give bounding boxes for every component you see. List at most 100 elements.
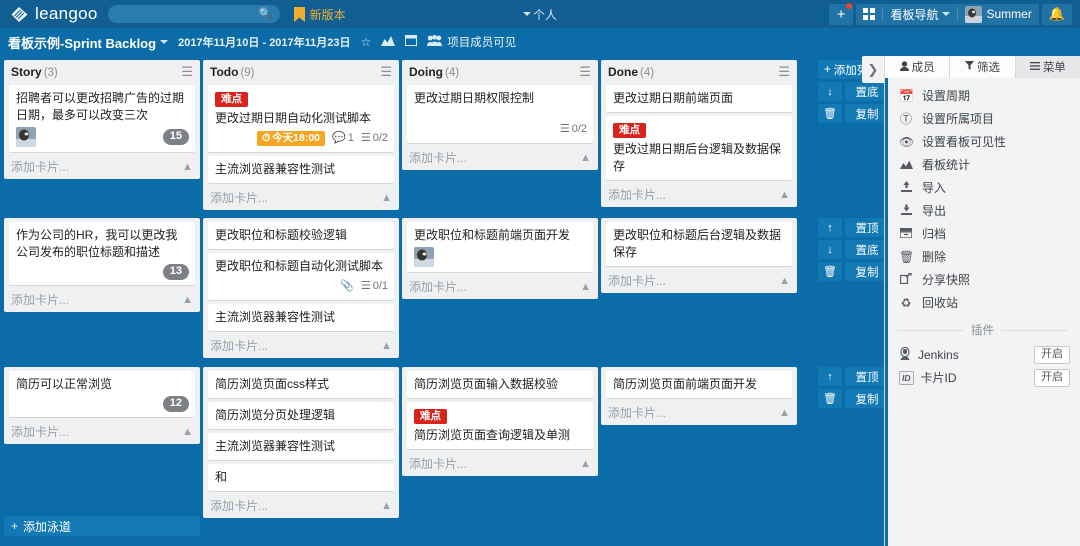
card[interactable]: 更改职位和标题校验逻辑	[208, 222, 394, 249]
menu-item-import[interactable]: 导入	[885, 176, 1080, 199]
card[interactable]: 主流浏览器兼容性测试	[208, 304, 394, 331]
card[interactable]: 主流浏览器兼容性测试	[208, 433, 394, 460]
menu-item-set-visibility[interactable]: 👁 设置看板可见性	[885, 130, 1080, 153]
add-card-button[interactable]: 添加卡片... ▲	[208, 495, 394, 515]
notifications-button[interactable]: 🔔	[1041, 3, 1072, 25]
card[interactable]: 简历浏览页面前端页面开发	[606, 371, 792, 398]
menu-item-delete[interactable]: 🗑 删除	[885, 245, 1080, 268]
chevron-up-icon[interactable]: ▲	[580, 152, 591, 164]
chevron-up-icon[interactable]: ▲	[779, 407, 790, 419]
card[interactable]: 作为公司的HR，我可以更改我公司发布的职位标题和描述 13	[9, 222, 195, 285]
menu-item-share-snapshot[interactable]: 分享快照	[885, 268, 1080, 291]
move-down-button[interactable]: ↓	[818, 240, 842, 259]
brand-logo[interactable]: leangoo	[4, 4, 98, 24]
card[interactable]: 更改职位和标题自动化测试脚本 📎 ☰ 0/1	[208, 253, 394, 300]
board-visibility[interactable]: 项目成员可见	[427, 34, 516, 50]
personal-tab[interactable]: 个人	[522, 6, 557, 23]
column-menu-icon[interactable]: ☰	[579, 65, 591, 78]
add-card-button[interactable]: 添加卡片... ▲	[407, 453, 593, 473]
add-card-button[interactable]: 添加卡片... ▲	[606, 270, 792, 290]
card[interactable]: 简历浏览页面css样式	[208, 371, 394, 398]
card[interactable]: 更改过期日期权限控制 ☰ 0/2	[407, 85, 593, 143]
move-up-button[interactable]: ↑	[818, 218, 842, 237]
card[interactable]: 简历可以正常浏览 12	[9, 371, 195, 417]
add-card-button[interactable]: 添加卡片... ▲	[9, 156, 195, 176]
move-top-button[interactable]: 置顶	[845, 367, 884, 386]
card-title: 更改职位和标题校验逻辑	[215, 228, 348, 242]
add-card-button[interactable]: 添加卡片... ▲	[606, 402, 792, 422]
copy-lane-button[interactable]: 复制	[845, 262, 884, 281]
add-card-button[interactable]: 添加卡片... ▲	[606, 184, 792, 204]
chevron-up-icon[interactable]: ▲	[182, 161, 193, 173]
panel-collapse-handle[interactable]: ❯	[862, 56, 884, 83]
move-top-button[interactable]: 置顶	[845, 218, 884, 237]
tab-filter[interactable]: 筛选	[950, 56, 1016, 78]
search-input[interactable]: 🔍	[107, 5, 280, 23]
card[interactable]: 难点 简历浏览页面查询逻辑及单测	[407, 402, 593, 449]
card[interactable]: 更改职位和标题后台逻辑及数据保存	[606, 222, 792, 266]
card[interactable]: 难点 更改过期日期后台逻辑及数据保存	[606, 116, 792, 180]
move-down-button[interactable]: ↓	[818, 82, 842, 101]
card[interactable]: 简历浏览分页处理逻辑	[208, 402, 394, 429]
menu-item-export[interactable]: 导出	[885, 199, 1080, 222]
card[interactable]: 更改过期日期前端页面	[606, 85, 792, 112]
menu-item-recycle-bin[interactable]: ♻ 回收站	[885, 291, 1080, 314]
delete-lane-button[interactable]: 🗑	[818, 389, 842, 408]
move-up-button[interactable]: ↑	[818, 367, 842, 386]
apps-grid-button[interactable]	[856, 4, 882, 25]
add-swimlane-button[interactable]: + 添加泳道	[4, 516, 200, 536]
add-button[interactable]: +	[828, 2, 854, 25]
card[interactable]: 主流浏览器兼容性测试	[208, 156, 394, 183]
plugin-jenkins[interactable]: Jenkins 开启	[885, 343, 1080, 366]
delete-lane-button[interactable]: 🗑	[818, 262, 842, 281]
menu-item-archive[interactable]: 归档	[885, 222, 1080, 245]
copy-lane-button[interactable]: 复制	[845, 389, 884, 408]
copy-lane-button[interactable]: 复制	[845, 104, 884, 123]
tab-members[interactable]: 成员	[885, 56, 951, 78]
column-menu-icon[interactable]: ☰	[181, 65, 193, 78]
move-bottom-button[interactable]: 置底	[845, 240, 884, 259]
add-card-button[interactable]: 添加卡片... ▲	[208, 187, 394, 207]
card[interactable]: 难点 更改过期日期自动化测试脚本 ⏱ 今天18:00 💬 1 ☰ 0/2	[208, 85, 394, 152]
star-icon[interactable]: ☆	[361, 35, 372, 49]
chevron-down-icon	[160, 40, 169, 44]
menu-item-set-project[interactable]: Ⓣ 设置所属项目	[885, 107, 1080, 130]
card[interactable]: 更改职位和标题前端页面开发	[407, 222, 593, 272]
board-date-range[interactable]: 2017年11月10日 - 2017年11月23日	[178, 34, 350, 50]
move-bottom-button[interactable]: 置底	[845, 82, 884, 101]
chevron-up-icon[interactable]: ▲	[381, 192, 392, 204]
plugin-enable-button[interactable]: 开启	[1034, 368, 1070, 387]
add-card-button[interactable]: 添加卡片... ▲	[407, 147, 593, 167]
chevron-up-icon[interactable]: ▲	[580, 458, 591, 470]
board-title-dropdown[interactable]: 看板示例-Sprint Backlog	[8, 33, 169, 52]
chevron-up-icon[interactable]: ▲	[580, 281, 591, 293]
menu-item-statistics[interactable]: 看板统计	[885, 153, 1080, 176]
chart-icon[interactable]	[381, 35, 396, 49]
plugin-enable-button[interactable]: 开启	[1034, 345, 1070, 364]
chevron-up-icon[interactable]: ▲	[381, 500, 392, 512]
add-card-label: 添加卡片...	[11, 160, 70, 174]
new-version-link[interactable]: 新版本	[293, 6, 346, 23]
add-card-button[interactable]: 添加卡片... ▲	[407, 276, 593, 296]
user-menu-button[interactable]: Summer	[958, 4, 1038, 25]
column-menu-icon[interactable]: ☰	[778, 65, 790, 78]
tab-menu[interactable]: 菜单	[1015, 56, 1080, 78]
add-card-button[interactable]: 添加卡片... ▲	[9, 421, 195, 441]
plus-icon: +	[824, 63, 831, 76]
chevron-up-icon[interactable]: ▲	[779, 275, 790, 287]
card[interactable]: 和	[208, 464, 394, 491]
chevron-up-icon[interactable]: ▲	[182, 426, 193, 438]
card[interactable]: 简历浏览页面输入数据校验	[407, 371, 593, 398]
chevron-up-icon[interactable]: ▲	[381, 340, 392, 352]
add-card-button[interactable]: 添加卡片... ▲	[208, 335, 394, 355]
add-card-button[interactable]: 添加卡片... ▲	[9, 289, 195, 309]
plugin-card-id[interactable]: ID 卡片ID 开启	[885, 366, 1080, 389]
minimize-icon[interactable]	[405, 35, 418, 49]
menu-item-set-cycle[interactable]: 📅 设置周期	[885, 84, 1080, 107]
chevron-up-icon[interactable]: ▲	[779, 189, 790, 201]
card[interactable]: 招聘者可以更改招聘广告的过期日期，最多可以改变三次 15	[9, 85, 195, 152]
board-nav-button[interactable]: 看板导航	[883, 4, 957, 25]
chevron-up-icon[interactable]: ▲	[182, 294, 193, 306]
column-menu-icon[interactable]: ☰	[380, 65, 392, 78]
delete-lane-button[interactable]: 🗑	[818, 104, 842, 123]
